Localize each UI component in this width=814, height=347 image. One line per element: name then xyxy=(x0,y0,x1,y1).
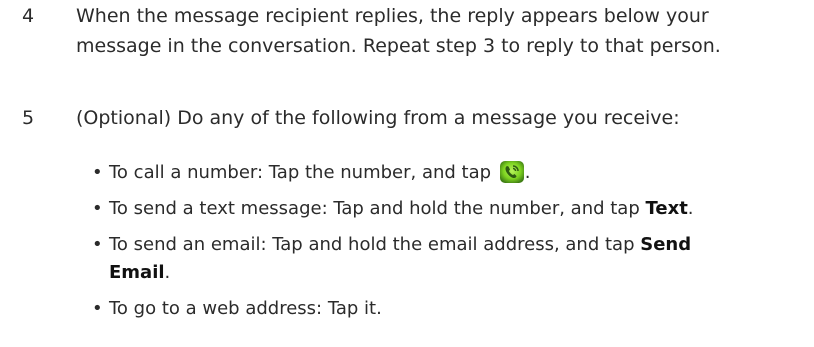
options-list: To call a number: Tap the number, and ta… xyxy=(92,159,812,331)
step-line: message in the conversation. Repeat step… xyxy=(76,35,721,57)
bold-term: Text xyxy=(645,198,688,219)
phone-call-icon xyxy=(499,160,525,184)
list-item: To send a text message: Tap and hold the… xyxy=(92,195,812,223)
bullet-punct: . xyxy=(524,162,531,183)
list-item: To send an email: Tap and hold the email… xyxy=(92,231,812,287)
bullet-punct: . xyxy=(687,198,694,219)
list-item: To go to a web address: Tap it. xyxy=(92,295,812,323)
bold-term: Email xyxy=(109,262,165,283)
list-item: To call a number: Tap the number, and ta… xyxy=(92,159,812,187)
bold-term: Send xyxy=(640,234,692,255)
bullet-text: To send a text message: Tap and hold the… xyxy=(109,198,646,219)
bullet-text: To go to a web address: Tap it. xyxy=(109,298,382,319)
bullet-text: To send an email: Tap and hold the email… xyxy=(109,234,641,255)
step-text: When the message recipient replies, the … xyxy=(76,1,814,61)
step-line: (Optional) Do any of the following from … xyxy=(76,107,680,129)
bullet-text: To call a number: Tap the number, and ta… xyxy=(109,162,497,183)
step-line: When the message recipient replies, the … xyxy=(76,5,709,27)
step-text: (Optional) Do any of the following from … xyxy=(76,103,814,133)
bullet-punct: . xyxy=(164,262,171,283)
step-number: 5 xyxy=(22,107,35,129)
step-number: 4 xyxy=(22,5,35,27)
